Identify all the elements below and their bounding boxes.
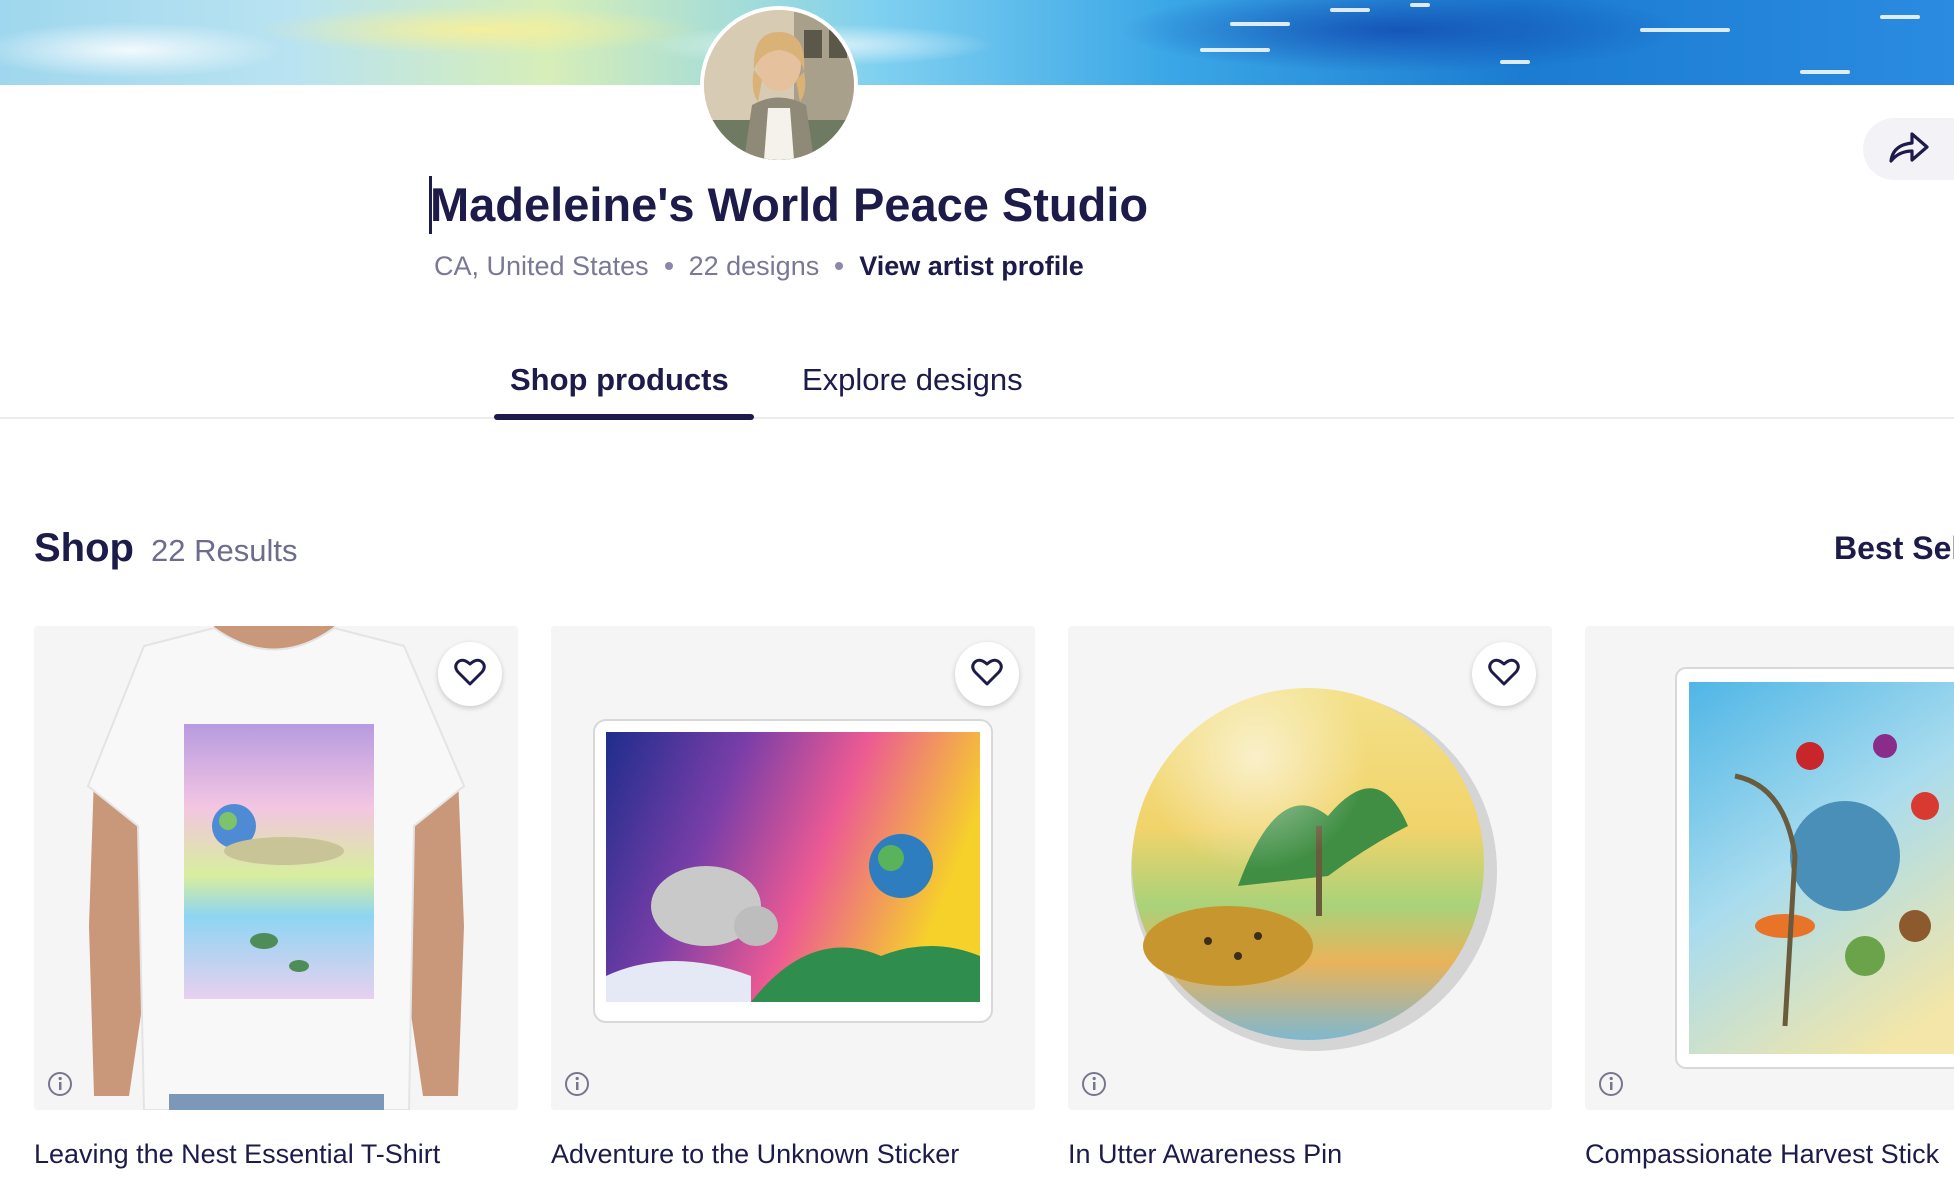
active-tab-indicator <box>494 414 754 420</box>
product-card[interactable]: In Utter Awareness Pin <box>1068 626 1552 1172</box>
heart-icon <box>971 657 1003 692</box>
info-icon[interactable] <box>46 1070 74 1098</box>
product-card[interactable]: Leaving the Nest Essential T-Shirt <box>34 626 518 1172</box>
product-image[interactable] <box>34 626 518 1110</box>
info-icon[interactable] <box>563 1070 591 1098</box>
separator-dot <box>835 262 844 270</box>
product-card[interactable]: Adventure to the Unknown Sticker <box>551 626 1035 1172</box>
heart-icon <box>454 657 486 692</box>
product-title[interactable]: Compassionate Harvest Stick <box>1585 1136 1954 1172</box>
product-title[interactable]: Leaving the Nest Essential T-Shirt <box>34 1136 518 1172</box>
favorite-button[interactable] <box>438 642 502 706</box>
sort-dropdown[interactable]: Best Sel <box>1834 530 1954 567</box>
heart-icon <box>1488 657 1520 692</box>
product-image[interactable] <box>1068 626 1552 1110</box>
product-title[interactable]: Adventure to the Unknown Sticker <box>551 1136 1035 1172</box>
results-count: 22 Results <box>150 533 298 568</box>
results-header: Shop 22 Results <box>34 526 297 571</box>
shop-title: Madeleine's World Peace Studio <box>430 178 1149 231</box>
tabs-divider <box>0 417 1954 419</box>
favorite-button[interactable] <box>1472 642 1536 706</box>
results-heading: Shop <box>34 526 134 570</box>
tab-shop-products[interactable]: Shop products <box>510 360 729 400</box>
artist-avatar[interactable] <box>700 6 858 164</box>
tab-explore-designs[interactable]: Explore designs <box>802 360 1023 400</box>
info-icon[interactable] <box>1080 1070 1108 1098</box>
designs-count: 22 designs <box>688 251 820 281</box>
info-icon[interactable] <box>1597 1070 1625 1098</box>
share-arrow-icon <box>1888 129 1930 170</box>
view-artist-profile-link[interactable]: View artist profile <box>859 248 1084 284</box>
share-button[interactable] <box>1863 118 1954 180</box>
shop-page: Madeleine's World Peace Studio CA, Unite… <box>0 0 1954 1187</box>
shop-location: CA, United States <box>434 251 649 281</box>
shop-banner <box>0 0 1954 85</box>
product-image[interactable] <box>1585 626 1954 1110</box>
separator-dot <box>664 262 673 270</box>
product-image[interactable] <box>551 626 1035 1110</box>
favorite-button[interactable] <box>955 642 1019 706</box>
shop-meta: CA, United States 22 designs View artist… <box>434 248 1084 284</box>
product-card[interactable]: Compassionate Harvest Stick <box>1585 626 1954 1172</box>
product-title[interactable]: In Utter Awareness Pin <box>1068 1136 1552 1172</box>
